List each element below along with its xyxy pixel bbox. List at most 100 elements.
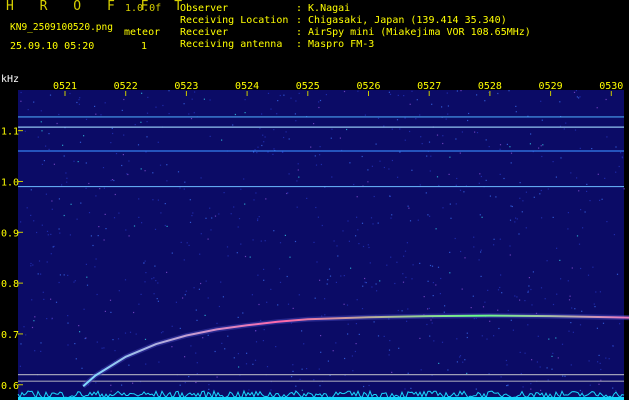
noise-pixel xyxy=(326,283,328,285)
noise-pixel xyxy=(257,274,259,276)
noise-pixel xyxy=(551,368,553,370)
noise-pixel xyxy=(425,192,427,194)
noise-pixel xyxy=(196,362,198,364)
noise-pixel xyxy=(567,280,569,282)
noise-pixel xyxy=(449,203,451,205)
noise-pixel xyxy=(267,92,270,94)
noise-pixel xyxy=(388,91,390,93)
noise-pixel xyxy=(248,389,250,391)
noise-pixel xyxy=(320,163,322,166)
noise-pixel xyxy=(171,325,173,327)
noise-pixel xyxy=(346,304,349,306)
noise-pixel xyxy=(560,278,562,280)
noise-pixel xyxy=(407,308,409,310)
noise-pixel xyxy=(464,359,466,361)
noise-pixel xyxy=(276,113,278,115)
noise-pixel xyxy=(179,384,181,386)
noise-pixel xyxy=(499,148,501,150)
noise-pixel xyxy=(466,372,468,374)
noise-pixel xyxy=(195,309,197,311)
noise-pixel xyxy=(463,191,465,193)
noise-pixel xyxy=(200,233,202,235)
noise-pixel xyxy=(208,384,210,386)
noise-pixel xyxy=(510,319,512,321)
noise-pixel xyxy=(367,244,369,246)
noise-pixel xyxy=(257,219,259,222)
noise-pixel xyxy=(487,289,489,291)
noise-pixel xyxy=(340,275,342,277)
noise-pixel xyxy=(226,246,229,248)
noise-pixel xyxy=(575,90,577,92)
noise-pixel xyxy=(24,130,26,132)
noise-pixel xyxy=(373,195,375,198)
noise-pixel xyxy=(252,363,254,365)
time-tick-label: 0521 xyxy=(53,81,77,92)
noise-pixel xyxy=(255,330,257,332)
noise-pixel xyxy=(59,232,61,234)
noise-pixel xyxy=(615,390,617,392)
noise-pixel xyxy=(262,340,264,342)
noise-pixel xyxy=(436,176,439,178)
noise-pixel xyxy=(157,199,159,201)
noise-pixel xyxy=(147,96,149,98)
noise-pixel xyxy=(79,97,81,99)
location-value: : Chigasaki, Japan (139.414 35.340) xyxy=(296,15,507,26)
noise-pixel xyxy=(527,324,529,326)
noise-pixel xyxy=(313,123,315,125)
noise-pixel xyxy=(579,147,581,149)
noise-pixel xyxy=(480,275,482,277)
noise-pixel xyxy=(81,367,83,369)
freq-tick-label: 0.7 xyxy=(1,330,19,341)
noise-pixel xyxy=(503,177,505,180)
noise-pixel xyxy=(188,376,190,378)
noise-pixel xyxy=(331,128,333,130)
noise-pixel xyxy=(193,112,195,114)
noise-pixel xyxy=(319,385,321,387)
noise-pixel xyxy=(55,301,58,303)
noise-pixel xyxy=(528,285,530,287)
noise-pixel xyxy=(416,99,418,101)
noise-pixel xyxy=(383,335,385,337)
noise-pixel xyxy=(594,306,596,308)
noise-pixel xyxy=(539,366,541,368)
noise-pixel xyxy=(261,113,263,115)
noise-pixel xyxy=(428,307,430,309)
noise-pixel xyxy=(255,192,257,194)
noise-pixel xyxy=(198,288,200,290)
noise-pixel xyxy=(295,385,297,387)
noise-pixel xyxy=(473,236,475,238)
noise-pixel xyxy=(573,91,576,93)
antenna-label: Receiving antenna xyxy=(180,39,283,50)
noise-pixel xyxy=(218,213,220,215)
noise-pixel xyxy=(556,293,558,295)
noise-pixel xyxy=(65,172,67,174)
noise-pixel xyxy=(166,164,168,166)
noise-pixel xyxy=(470,307,472,309)
noise-pixel xyxy=(579,389,581,392)
noise-pixel xyxy=(514,221,516,223)
noise-pixel xyxy=(576,235,579,237)
noise-pixel xyxy=(404,388,406,390)
noise-pixel xyxy=(315,206,317,209)
noise-pixel xyxy=(379,280,381,282)
time-tick-label: 0526 xyxy=(356,81,380,92)
noise-pixel xyxy=(547,379,549,381)
noise-pixel xyxy=(358,333,360,335)
noise-pixel xyxy=(342,230,344,232)
noise-pixel xyxy=(613,234,615,236)
noise-pixel xyxy=(505,359,507,362)
noise-pixel xyxy=(428,141,431,143)
noise-pixel xyxy=(232,124,234,126)
noise-pixel xyxy=(437,266,440,268)
noise-pixel xyxy=(152,172,154,174)
noise-pixel xyxy=(20,343,22,345)
noise-pixel xyxy=(439,293,441,295)
noise-pixel xyxy=(256,152,258,154)
noise-pixel xyxy=(66,177,68,179)
noise-pixel xyxy=(146,112,149,114)
noise-pixel xyxy=(264,136,266,138)
noise-pixel xyxy=(448,173,450,175)
noise-pixel xyxy=(495,196,497,198)
noise-pixel xyxy=(113,217,116,219)
noise-pixel xyxy=(237,226,239,228)
